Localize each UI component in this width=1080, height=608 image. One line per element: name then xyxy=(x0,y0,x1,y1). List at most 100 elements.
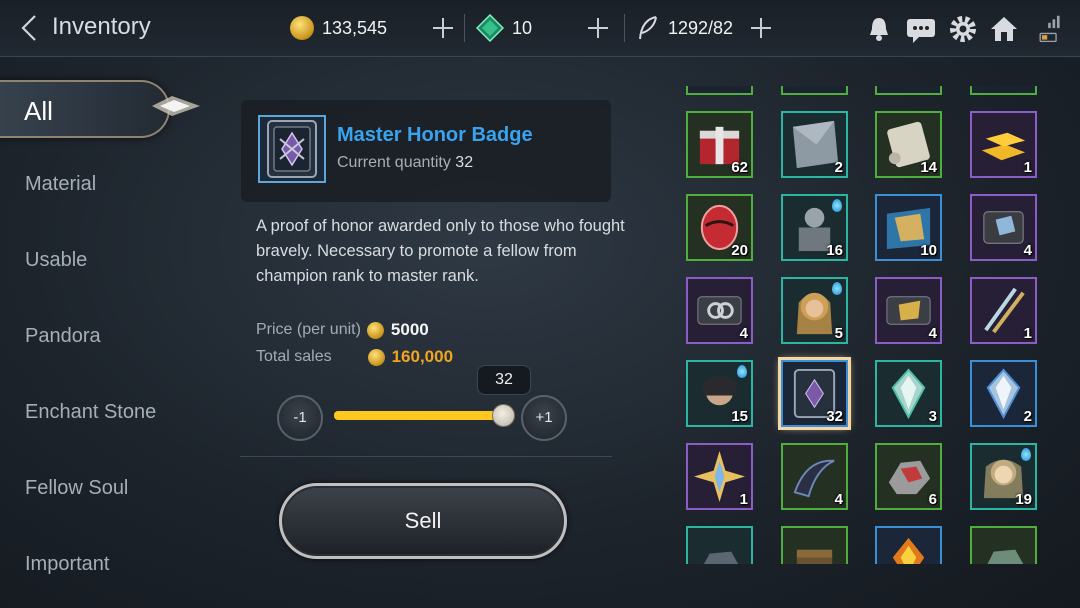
inventory-slot[interactable] xyxy=(875,526,942,564)
slot-quantity: 32 xyxy=(826,408,843,425)
slot-quantity: 1 xyxy=(1023,325,1032,342)
inventory-slot[interactable] xyxy=(686,526,753,564)
sell-button[interactable]: Sell xyxy=(279,483,567,559)
inventory-slot[interactable] xyxy=(781,526,848,564)
inventory-slot[interactable]: 4 xyxy=(875,277,942,344)
increment-button[interactable]: +1 xyxy=(521,395,567,441)
category-sidebar: All Material Usable Pandora Enchant Ston… xyxy=(0,57,220,608)
blue-gem-badge-icon xyxy=(737,365,747,378)
divider xyxy=(464,14,465,42)
item-name: Master Honor Badge xyxy=(337,124,533,146)
price-value: 5000 xyxy=(390,320,429,339)
slot-quantity: 62 xyxy=(731,159,748,176)
bell-icon[interactable] xyxy=(864,14,894,44)
inventory-slot[interactable]: 4 xyxy=(781,443,848,510)
category-enchant-stone[interactable]: Enchant Stone xyxy=(0,383,205,441)
inventory-slot[interactable] xyxy=(781,86,848,95)
total-sales-row: Total sales 160,000 xyxy=(256,347,453,367)
slot-quantity: 4 xyxy=(1023,242,1032,259)
inventory-slot[interactable]: 1 xyxy=(970,277,1037,344)
back-arrow-icon[interactable] xyxy=(18,13,42,43)
honor-badge-icon xyxy=(258,115,326,183)
decrement-button[interactable]: -1 xyxy=(277,395,323,441)
inventory-slot[interactable]: 16 xyxy=(781,194,848,261)
slot-quantity: 5 xyxy=(834,325,843,342)
slot-quantity: 6 xyxy=(928,491,937,508)
divider xyxy=(240,456,612,457)
inventory-slot[interactable]: 62 xyxy=(686,111,753,178)
inventory-slot[interactable]: 32 xyxy=(781,360,848,427)
quantity-label: Current quantity xyxy=(337,154,451,171)
inventory-slot[interactable]: 5 xyxy=(781,277,848,344)
inventory-slot[interactable] xyxy=(970,86,1037,95)
slot-quantity: 1 xyxy=(739,491,748,508)
category-material[interactable]: Material xyxy=(0,155,205,213)
add-gold-button[interactable] xyxy=(431,16,455,40)
slot-quantity: 15 xyxy=(731,408,748,425)
category-usable[interactable]: Usable xyxy=(0,231,205,289)
gold-coin-icon xyxy=(366,321,384,339)
inventory-slot[interactable]: 4 xyxy=(970,194,1037,261)
blue-gem-badge-icon xyxy=(832,282,842,295)
gem-counter: 10 xyxy=(476,14,532,42)
chest-icon xyxy=(796,549,833,564)
stamina-value: 1292/82 xyxy=(668,17,734,38)
inventory-grid: 62 2 14 1 20 16 10 4 4 5 4 1 15 32 3 2 1 4 6 19 xyxy=(676,86,1056,564)
stamina-counter: 1292/82 xyxy=(636,14,733,42)
slot-quantity: 2 xyxy=(834,159,843,176)
quantity-slider-track[interactable] xyxy=(334,411,504,420)
category-fellow-soul[interactable]: Fellow Soul xyxy=(0,459,205,517)
price-label: Price (per unit) xyxy=(256,321,361,338)
slot-quantity: 4 xyxy=(739,325,748,342)
add-gems-button[interactable] xyxy=(586,16,610,40)
category-all[interactable]: All xyxy=(0,80,170,138)
inventory-slot[interactable] xyxy=(970,526,1037,564)
green-gem-icon xyxy=(476,14,504,42)
inventory-slot[interactable]: 19 xyxy=(970,443,1037,510)
add-stamina-button[interactable] xyxy=(749,16,773,40)
fire-gem-icon xyxy=(892,537,925,564)
item-description: A proof of honor awarded only to those w… xyxy=(256,217,625,285)
inventory-slot[interactable]: 1 xyxy=(686,443,753,510)
green-ore-icon xyxy=(987,549,1024,564)
total-value: 160,000 xyxy=(391,347,454,366)
quantity-value: 32 xyxy=(455,154,474,171)
inventory-slot[interactable]: 2 xyxy=(781,111,848,178)
slot-quantity: 16 xyxy=(826,242,843,259)
blue-gem-badge-icon xyxy=(832,199,842,212)
quantity-slider-handle[interactable] xyxy=(492,404,515,427)
gold-coin-icon xyxy=(367,348,385,366)
inventory-slot[interactable]: 10 xyxy=(875,194,942,261)
slot-quantity: 19 xyxy=(1015,491,1032,508)
selection-arrow-icon xyxy=(152,96,200,116)
total-label: Total sales xyxy=(256,348,332,365)
gold-coin-icon xyxy=(290,16,314,40)
slot-quantity: 2 xyxy=(1023,408,1032,425)
gear-icon[interactable] xyxy=(948,14,978,44)
divider xyxy=(624,14,625,42)
inventory-slot[interactable]: 2 xyxy=(970,360,1037,427)
inventory-slot[interactable] xyxy=(686,86,753,95)
chat-icon[interactable] xyxy=(905,14,937,44)
inventory-slot[interactable]: 6 xyxy=(875,443,942,510)
slider-value-bubble: 32 xyxy=(477,365,531,395)
slot-quantity: 20 xyxy=(731,242,748,259)
feather-icon xyxy=(639,16,657,40)
slot-quantity: 4 xyxy=(834,491,843,508)
gold-counter: 133,545 xyxy=(290,14,387,42)
home-icon[interactable] xyxy=(989,14,1019,44)
unit-price-row: Price (per unit) 5000 xyxy=(256,320,429,340)
category-pandora[interactable]: Pandora xyxy=(0,307,205,365)
inventory-slot[interactable]: 20 xyxy=(686,194,753,261)
slot-quantity: 14 xyxy=(920,159,937,176)
top-bar: Inventory 133,545 10 1292/82 xyxy=(0,0,1080,57)
inventory-slot[interactable] xyxy=(875,86,942,95)
inventory-slot[interactable]: 14 xyxy=(875,111,942,178)
item-quantity: Current quantity 32 xyxy=(337,154,473,172)
inventory-slot[interactable]: 3 xyxy=(875,360,942,427)
category-important[interactable]: Important xyxy=(0,535,205,593)
inventory-slot[interactable]: 4 xyxy=(686,277,753,344)
gold-value: 133,545 xyxy=(322,17,388,38)
inventory-slot[interactable]: 15 xyxy=(686,360,753,427)
inventory-slot[interactable]: 1 xyxy=(970,111,1037,178)
